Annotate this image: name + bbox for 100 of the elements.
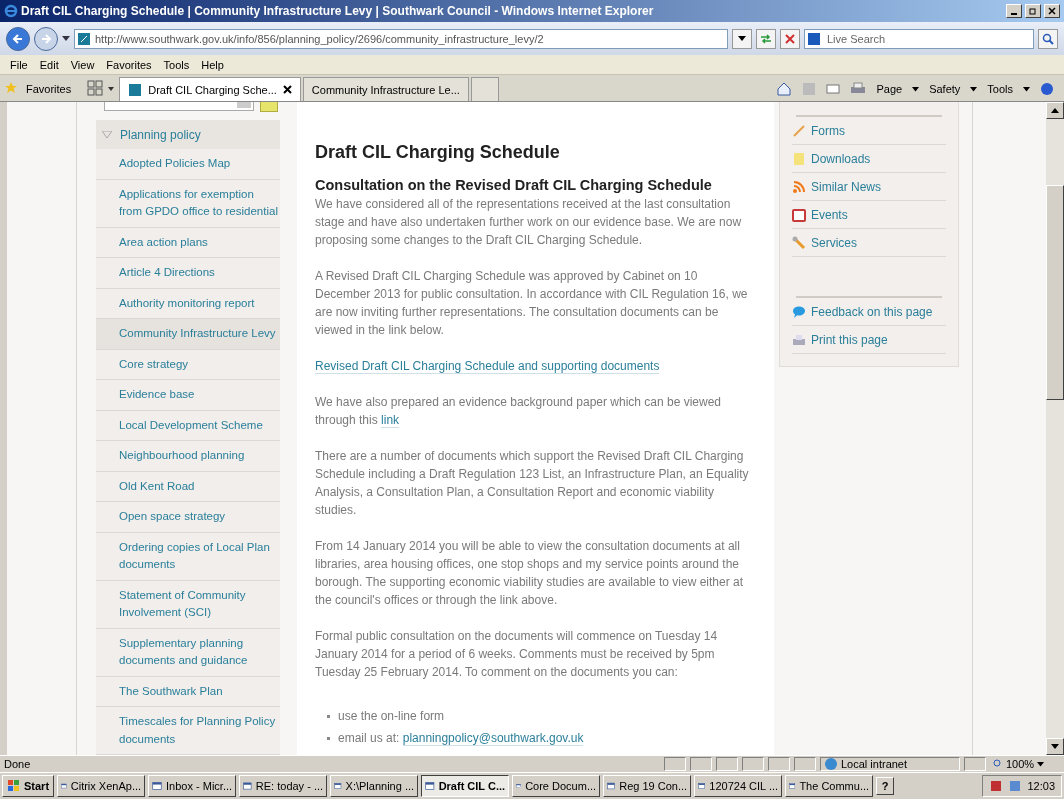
back-arrow-icon — [12, 32, 24, 45]
status-pane — [690, 757, 712, 771]
refresh-icon — [759, 31, 773, 46]
nav-link[interactable]: Timescales for Planning Policy documents — [96, 707, 280, 755]
search-button[interactable] — [1038, 28, 1058, 49]
app-icon — [425, 779, 435, 793]
caret-icon — [970, 86, 978, 92]
menu-item[interactable]: Help — [195, 58, 230, 71]
minimize-button[interactable] — [1006, 4, 1022, 18]
back-button[interactable] — [6, 26, 30, 51]
dropdown-button[interactable] — [732, 28, 752, 49]
paragraph: From 14 January 2014 you will be able to view the consultation documents at all libraries, area housing offices, one stop shops and my service points around the borough. The supporting economic viability studies are available to view either at the council's offices or through the link above. — [315, 538, 745, 609]
taskbar-button[interactable]: X:\Planning ... — [330, 775, 419, 797]
status-text: Done — [4, 758, 32, 770]
command-menu[interactable]: Page — [876, 83, 903, 95]
down-arrow-icon — [1051, 743, 1059, 750]
pencil-icon — [792, 123, 806, 138]
sidebar-link[interactable]: Similar News — [811, 179, 881, 194]
nav-link[interactable]: Local Development Scheme — [96, 410, 280, 441]
taskbar-button[interactable]: Reg 19 Con... — [603, 775, 692, 797]
clock: 12:03 — [1027, 780, 1055, 792]
tray-icon — [1008, 779, 1023, 793]
menu-item[interactable]: Favorites — [100, 58, 158, 71]
status-pane — [768, 757, 790, 771]
mail-icon — [826, 83, 841, 95]
nav-link[interactable]: Statement of Community Involvement (SCI) — [96, 580, 280, 629]
sidebar-link[interactable]: Feedback on this page — [811, 304, 933, 319]
zone-label: Local intranet — [841, 758, 908, 770]
command-menu[interactable]: Tools — [987, 83, 1013, 95]
window-title: Draft CIL Charging Schedule | Community Infrastructure Levy | Southwark Council - Windows Internet Explorer — [21, 4, 655, 18]
favorites-button[interactable]: Favorites — [20, 77, 86, 101]
status-pane — [742, 757, 764, 771]
sidebar-link[interactable]: Print this page — [811, 332, 888, 347]
nav-link[interactable]: Evidence base — [96, 380, 280, 411]
nav-section[interactable]: Planning policy — [96, 120, 280, 149]
calendar-icon — [792, 207, 806, 222]
taskbar-button[interactable]: Core Docum... — [512, 775, 601, 797]
nav-link[interactable]: Core strategy — [96, 349, 280, 380]
speech-bubble-icon — [792, 304, 806, 319]
subheading: Consultation on the Revised Draft CIL Charging Schedule — [315, 177, 713, 193]
browser-tab[interactable]: Draft CIL Charging Sche... — [119, 77, 301, 101]
globe-icon — [824, 757, 838, 771]
address-field[interactable]: http://www.southwark.gov.uk/info/856/planning_policy/2696/community_infrastructure_levy/2 — [74, 28, 728, 49]
nav-link[interactable]: Area action plans — [96, 227, 280, 258]
sidebar-link[interactable]: Downloads — [811, 151, 871, 166]
nav-link[interactable]: Applications for exemption from GPDO office to residential — [96, 179, 280, 228]
sidebar-link[interactable]: Forms — [811, 123, 845, 138]
list-item: use the on-line form — [338, 708, 445, 725]
inline-link[interactable]: link — [381, 413, 400, 428]
rss-icon — [792, 179, 806, 194]
nav-link[interactable]: The Southwark Plan — [96, 676, 280, 707]
menu-item[interactable]: View — [64, 58, 101, 71]
up-arrow-icon — [1051, 107, 1059, 114]
paragraph: Formal public consultation on the documents will commence on Tuesday 14 January 2014 for a period of 6 weeks. Comments must be received by 5pm Tuesday 25 February 2014. To comment on the documents you can: — [315, 628, 719, 681]
scroll-bar[interactable] — [1046, 102, 1064, 755]
nav-link[interactable]: Community Infrastructure Levy — [96, 319, 280, 350]
search-field[interactable]: Live Search — [804, 28, 1034, 49]
command-menu[interactable]: Safety — [929, 83, 961, 95]
restore-button[interactable] — [1025, 4, 1041, 18]
windows-flag-icon — [7, 779, 21, 793]
nav-link[interactable]: Old Kent Road — [96, 471, 280, 502]
status-pane — [964, 757, 986, 771]
help-button[interactable]: ? — [876, 777, 895, 795]
forward-button[interactable] — [34, 26, 58, 51]
zoom-control[interactable]: 100% — [990, 757, 1060, 771]
caret-icon — [1037, 761, 1045, 767]
taskbar-button[interactable]: Inbox - Micr... — [148, 775, 237, 797]
taskbar-button[interactable]: 120724 CIL ... — [694, 775, 783, 797]
taskbar-button[interactable]: Draft CIL C... — [421, 775, 510, 797]
forward-arrow-icon — [40, 32, 52, 45]
paragraph: We have also prepared an evidence background paper which can be viewed through this link — [315, 394, 723, 429]
nav-link[interactable]: Authority monitoring report — [96, 288, 280, 319]
menu-item[interactable]: Tools — [157, 58, 196, 71]
nav-link[interactable]: Open space strategy — [96, 502, 280, 533]
close-button[interactable] — [1044, 4, 1060, 18]
stop-button[interactable] — [780, 28, 800, 49]
taskbar-button[interactable]: Citrix XenAp... — [57, 775, 146, 797]
caret-icon — [912, 86, 920, 92]
browser-tab[interactable]: Community Infrastructure Le... — [302, 77, 469, 101]
menu-item[interactable]: File — [4, 58, 34, 71]
nav-link[interactable]: Supplementary planning documents and guidance — [96, 628, 280, 677]
documents-link[interactable]: Revised Draft CIL Charging Schedule and supporting documents — [315, 359, 660, 374]
tray-icon — [989, 779, 1004, 793]
printer-icon — [792, 332, 806, 347]
sidebar-link[interactable]: Events — [811, 207, 848, 222]
sidebar-link[interactable]: Services — [811, 235, 857, 250]
star-icon — [4, 81, 18, 95]
nav-link[interactable]: Adopted Policies Map — [96, 149, 280, 180]
nav-link[interactable]: Neighbourhood planning — [96, 441, 280, 472]
menu-item[interactable]: Edit — [33, 58, 65, 71]
section-heading: Draft CIL Charging Schedule — [315, 142, 561, 163]
nav-link[interactable]: Article 4 Directions — [96, 258, 280, 289]
taskbar-button[interactable]: RE: today - ... — [239, 775, 328, 797]
taskbar-button[interactable]: The Commu... — [785, 775, 874, 797]
app-icon — [152, 779, 163, 793]
start-button[interactable]: Start — [2, 775, 55, 797]
status-pane — [716, 757, 738, 771]
email-link[interactable]: planningpolicy@southwark.gov.uk — [402, 731, 584, 746]
nav-link[interactable]: Ordering copies of Local Plan documents — [96, 532, 280, 581]
wrench-icon — [792, 235, 806, 250]
